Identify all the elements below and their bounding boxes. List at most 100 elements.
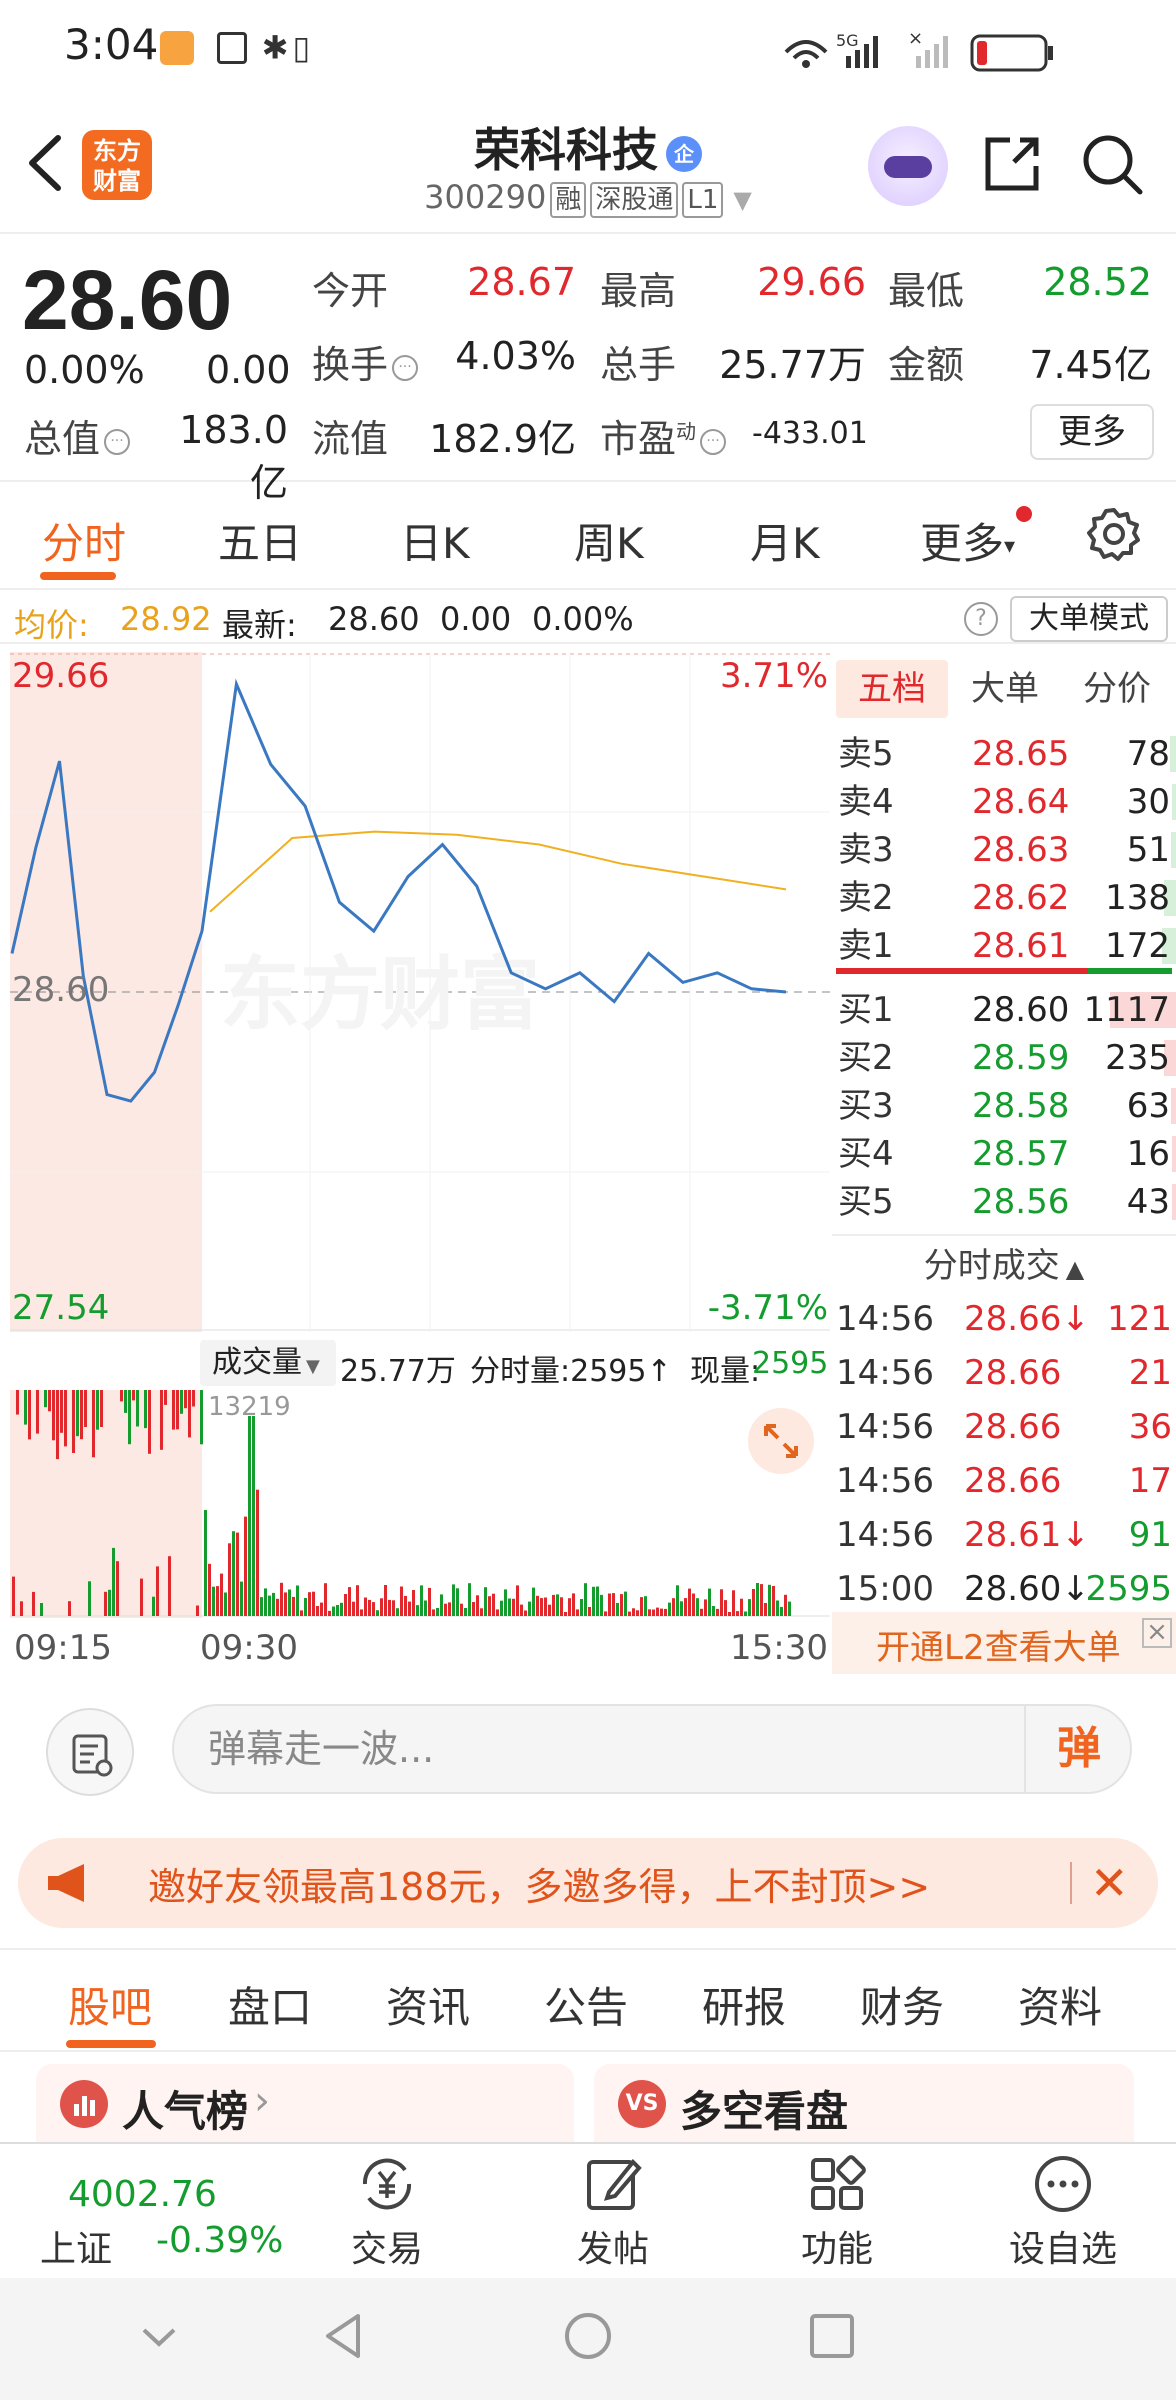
assistant-robot-icon[interactable] bbox=[868, 126, 948, 206]
tab-news[interactable]: 资讯 bbox=[386, 1974, 470, 2035]
volume-bar bbox=[12, 1576, 15, 1616]
recents-square-icon[interactable] bbox=[806, 2310, 858, 2362]
volume-bar bbox=[188, 1390, 191, 1438]
danmu-settings-icon[interactable] bbox=[46, 1708, 134, 1796]
share-icon[interactable] bbox=[980, 132, 1044, 196]
status-notification-icons: ✱▯ bbox=[160, 26, 314, 67]
tab-research[interactable]: 研报 bbox=[702, 1974, 786, 2035]
y-high-label: 29.66 bbox=[12, 656, 110, 696]
nav-trade[interactable]: 交易 bbox=[312, 2152, 462, 2280]
ask-row[interactable]: 卖3 28.63 51 bbox=[832, 826, 1176, 874]
volume-bar bbox=[184, 1390, 187, 1409]
volume-bar bbox=[304, 1598, 307, 1616]
volume-bar bbox=[576, 1609, 579, 1616]
change-percent: 0.00% bbox=[24, 348, 145, 392]
danmu-input[interactable]: 弹幕走一波... bbox=[172, 1704, 1132, 1794]
tab-big-orders[interactable]: 大单 bbox=[950, 660, 1060, 718]
bid-volume: 63 bbox=[1126, 1086, 1170, 1126]
stock-code: 300290 bbox=[424, 178, 547, 216]
tab-forum[interactable]: 股吧 bbox=[68, 1974, 152, 2035]
tab-price-distribution[interactable]: 分价 bbox=[1062, 660, 1172, 718]
tab-more[interactable]: 更多▾ bbox=[920, 510, 1015, 571]
volume-bar bbox=[544, 1597, 547, 1616]
tab-five-levels[interactable]: 五档 bbox=[836, 660, 948, 718]
popularity-card[interactable]: 人气榜 › bbox=[36, 2064, 574, 2144]
search-icon[interactable] bbox=[1080, 132, 1144, 196]
nav-functions-label: 功能 bbox=[800, 2229, 873, 2270]
tab-daily-k[interactable]: 日K bbox=[400, 510, 470, 571]
chart-bar-icon bbox=[60, 2080, 108, 2128]
tab-5day[interactable]: 五日 bbox=[218, 510, 302, 571]
volume-bar bbox=[260, 1597, 263, 1616]
ask-level-label: 卖4 bbox=[838, 782, 894, 822]
chevron-down-icon[interactable] bbox=[134, 2312, 184, 2362]
nav-functions[interactable]: 功能 bbox=[762, 2152, 912, 2280]
market-cap-label[interactable]: 总值 ··· bbox=[24, 408, 131, 463]
volume-indicator-dropdown[interactable]: 成交量 ▼ bbox=[200, 1340, 336, 1386]
pe-label[interactable]: 市盈动 ··· bbox=[600, 408, 727, 463]
l2-upgrade-link[interactable]: 开通L2查看大单 bbox=[876, 1620, 1121, 1669]
tab-monthly-k[interactable]: 月K bbox=[750, 510, 820, 571]
tab-announcements[interactable]: 公告 bbox=[544, 1974, 628, 2035]
intraday-chart[interactable]: 东方财富 29.66 3.71% 28.60 27.54 -3.71% bbox=[10, 652, 830, 1332]
bid-row[interactable]: 买5 28.56 43 bbox=[832, 1178, 1176, 1226]
volume-bar bbox=[472, 1602, 475, 1616]
back-triangle-icon[interactable] bbox=[318, 2308, 368, 2364]
ask-row[interactable]: 卖2 28.62 138 bbox=[832, 874, 1176, 922]
ask-row[interactable]: 卖5 28.65 78 bbox=[832, 730, 1176, 778]
volume-total: 25.77万 bbox=[340, 1354, 456, 1389]
long-short-card[interactable]: VS 多空看盘 bbox=[594, 2064, 1134, 2144]
ask-row[interactable]: 卖4 28.64 30 bbox=[832, 778, 1176, 826]
danmu-send-button[interactable]: 弹 bbox=[1024, 1704, 1132, 1794]
tag-connect: 深股通 bbox=[590, 182, 679, 218]
volume-chart[interactable]: 13219 bbox=[10, 1390, 830, 1618]
bid-row[interactable]: 买4 28.57 16 bbox=[832, 1130, 1176, 1178]
close-icon[interactable]: × bbox=[1142, 1618, 1172, 1648]
tab-finance[interactable]: 财务 bbox=[860, 1974, 944, 2035]
volume-bar bbox=[108, 1589, 111, 1616]
system-nav-bar bbox=[0, 2278, 1176, 2400]
nav-add-watchlist[interactable]: 设自选 bbox=[988, 2152, 1138, 2280]
ask-row[interactable]: 卖1 28.61 172 bbox=[832, 922, 1176, 970]
bid-row[interactable]: 买2 28.59 235 bbox=[832, 1034, 1176, 1082]
volume-bar bbox=[404, 1595, 407, 1616]
expand-icon[interactable] bbox=[748, 1408, 814, 1474]
volume-bar bbox=[236, 1532, 239, 1616]
tab-handicap[interactable]: 盘口 bbox=[228, 1974, 312, 2035]
bid-row[interactable]: 买3 28.58 63 bbox=[832, 1082, 1176, 1130]
turnover-label[interactable]: 换手 ··· bbox=[312, 334, 419, 389]
tab-profile[interactable]: 资料 bbox=[1018, 1974, 1102, 2035]
ticks-header-label: 分时成交 bbox=[923, 1246, 1060, 1286]
help-icon[interactable]: ? bbox=[964, 602, 998, 636]
gear-icon[interactable] bbox=[1086, 506, 1142, 562]
volume-now-value: 2595 bbox=[752, 1346, 829, 1381]
tick-row: 14:56 28.66 17 bbox=[832, 1454, 1176, 1509]
volume-bar bbox=[60, 1390, 63, 1433]
tick-price: 28.60↓ bbox=[964, 1569, 1090, 1609]
order-book: 五档 大单 分价 卖5 28.65 78 卖4 28.64 30 卖3 28.63 51 卖2 28… bbox=[832, 652, 1176, 1672]
volume-bar bbox=[192, 1390, 195, 1407]
long-short-title: 多空看盘 bbox=[680, 2087, 849, 2136]
home-circle-icon[interactable] bbox=[562, 2310, 614, 2362]
tab-weekly-k[interactable]: 周K bbox=[574, 510, 644, 571]
invite-banner[interactable]: 邀好友领最高188元，多邀多得，上不封顶>> ✕ bbox=[18, 1838, 1158, 1928]
big-order-mode-button[interactable]: 大单模式 bbox=[1010, 596, 1168, 642]
ticks-header[interactable]: 分时成交 ▲ bbox=[832, 1238, 1176, 1287]
close-icon[interactable]: ✕ bbox=[1090, 1856, 1129, 1910]
volume-bar bbox=[196, 1605, 199, 1616]
volume-bar bbox=[204, 1510, 207, 1616]
quote-more-button[interactable]: 更多 bbox=[1030, 404, 1154, 460]
volume-bar bbox=[628, 1611, 631, 1616]
bid-row[interactable]: 买1 28.60 1117 bbox=[832, 986, 1176, 1034]
volume-bar bbox=[644, 1596, 647, 1616]
nav-post[interactable]: 发帖 bbox=[538, 2152, 688, 2280]
tab-intraday[interactable]: 分时 bbox=[42, 510, 126, 571]
index-ticker[interactable]: 4002.76 上证 -0.39% bbox=[0, 2144, 283, 2280]
period-tabs: 分时 五日 日K 周K 月K 更多▾ bbox=[0, 484, 1176, 590]
volume-bar bbox=[684, 1598, 687, 1616]
volume-bar bbox=[568, 1598, 571, 1616]
status-bar: 3:04 ✱▯ 5G × bbox=[0, 0, 1176, 100]
volume-bar bbox=[604, 1611, 607, 1616]
volume-bar bbox=[176, 1390, 179, 1430]
volume-bar bbox=[440, 1594, 443, 1616]
